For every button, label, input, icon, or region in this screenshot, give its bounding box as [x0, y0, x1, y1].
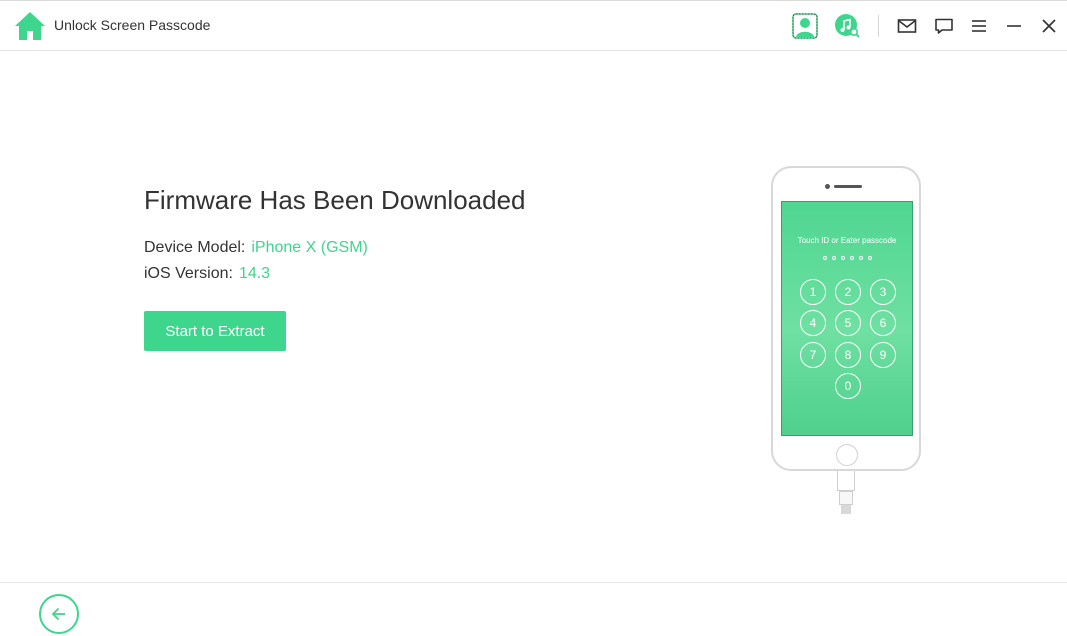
passcode-prompt: Touch ID or Eater passcode — [797, 236, 897, 245]
mail-icon[interactable] — [897, 16, 917, 36]
ios-version-label: iOS Version: — [144, 265, 233, 282]
phone-camera — [825, 184, 830, 189]
music-search-icon[interactable] — [834, 13, 860, 39]
passcode-dots — [782, 256, 912, 260]
account-icon[interactable] — [792, 13, 818, 39]
cable-tip — [841, 505, 851, 514]
phone-screen: Touch ID or Eater passcode 1 2 3 4 5 6 7… — [781, 201, 913, 436]
keypad-key: 2 — [835, 279, 861, 305]
passcode-dot — [849, 256, 854, 260]
passcode-dot — [840, 256, 845, 260]
keypad-key: 8 — [835, 342, 861, 368]
minimize-icon[interactable] — [1004, 16, 1024, 36]
phone-speaker — [834, 185, 862, 188]
passcode-dot — [822, 256, 827, 260]
close-icon[interactable] — [1039, 16, 1059, 36]
ios-version-value: 14.3 — [238, 265, 271, 282]
keypad-key: 5 — [835, 310, 861, 336]
keypad-key: 1 — [800, 279, 826, 305]
passcode-dot — [867, 256, 872, 260]
keypad-key: 9 — [870, 342, 896, 368]
header-divider — [878, 15, 879, 37]
keypad-key: 0 — [835, 373, 861, 399]
keypad-key: 6 — [870, 310, 896, 336]
back-button[interactable] — [39, 594, 79, 634]
passcode-dot — [831, 256, 836, 260]
cable-plug — [839, 491, 853, 505]
feedback-icon[interactable] — [934, 16, 954, 36]
page-title: Firmware Has Been Downloaded — [144, 185, 526, 215]
keypad-key: 3 — [870, 279, 896, 305]
home-icon[interactable] — [14, 10, 46, 42]
device-model-row: Device Model: iPhone X (GSM) — [144, 239, 368, 257]
device-model-value: iPhone X (GSM) — [251, 239, 368, 256]
passcode-dot — [858, 256, 863, 260]
device-model-label: Device Model: — [144, 239, 246, 256]
footer-bar — [0, 582, 1067, 636]
phone-illustration: Touch ID or Eater passcode 1 2 3 4 5 6 7… — [771, 166, 921, 471]
arrow-left-icon — [51, 607, 65, 621]
title-bar: Unlock Screen Passcode — [0, 1, 1067, 51]
app-window: Unlock Screen Passcode Firmware Has Been… — [0, 0, 1067, 636]
keypad-key: 7 — [800, 342, 826, 368]
app-title: Unlock Screen Passcode — [54, 17, 211, 33]
menu-icon[interactable] — [969, 16, 989, 36]
phone-home-button — [836, 444, 858, 466]
cable-connector — [837, 471, 855, 491]
start-extract-button[interactable]: Start to Extract — [144, 311, 286, 351]
keypad-key: 4 — [800, 310, 826, 336]
ios-version-row: iOS Version: 14.3 — [144, 265, 270, 283]
